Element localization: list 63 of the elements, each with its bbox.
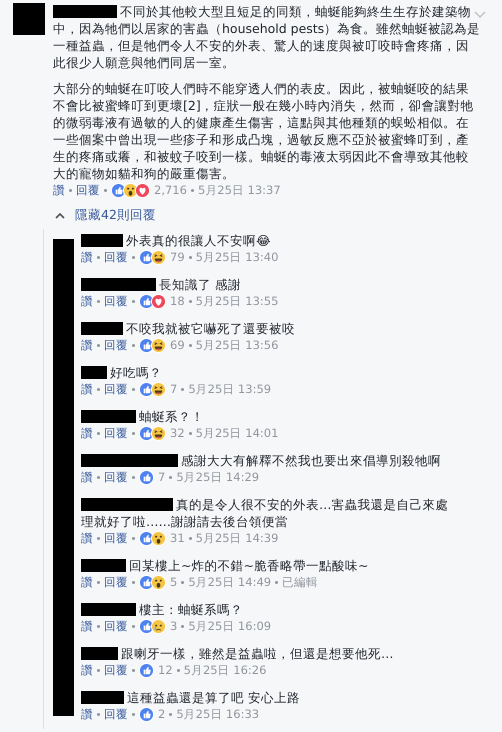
like-link[interactable]: 讚: [81, 469, 93, 486]
reply-text: 外表真的很讓人不安啊😂: [126, 232, 271, 249]
redaction-bar: [81, 366, 107, 379]
like-link[interactable]: 讚: [53, 182, 65, 199]
reply-link[interactable]: 回覆: [104, 425, 128, 442]
surprised-face-icon: [151, 575, 166, 590]
reply-text: 跟喇牙一樣，雖然是益蟲啦，但還是想要他死…: [121, 645, 394, 662]
comment-text: 大部分的蚰蜒在叮咬人們時不能穿透人們的表皮。因此，被蚰蜒咬的結果 不會比被蜜蜂叮到更壞[2]，症狀一般在幾小時內消失，然而，卻會讓對牠 的微弱毒液有過敏的人的健康產生傷害，這點與其他種類的蜈蚣相似。在 一些個案中曾出現一些疹子和形成凸塊，過敏反應不亞於被蜜蜂叮到，產 生的疼痛或癢，和被蚊子咬到一樣。蚰蜒的毒液太弱因此不會導致其他較 大的寵物如貓和狗的嚴重傷害。: [53, 80, 475, 182]
like-link[interactable]: 讚: [81, 425, 93, 442]
heart-reaction-icon: [151, 294, 166, 309]
reply-text: 長知識了 感謝: [159, 276, 241, 293]
avatar-redaction: [13, 3, 45, 35]
like-link[interactable]: 讚: [81, 249, 93, 266]
like-link[interactable]: 讚: [81, 618, 93, 635]
like-link[interactable]: 讚: [81, 530, 93, 547]
like-link[interactable]: 讚: [81, 293, 93, 310]
surprised-face-icon: [151, 531, 166, 546]
hide-replies-link[interactable]: 隱藏42則回覆: [75, 207, 156, 224]
redaction-bar: [81, 647, 118, 660]
redaction-bar: [81, 234, 123, 247]
reply-text: 好吃嗎？: [110, 364, 162, 381]
redaction-bar: [81, 559, 126, 572]
reply-link[interactable]: 回覆: [104, 706, 128, 723]
comment-text: 不同於其他較大型且短足的同類，蚰蜒能夠終生生存於建築物: [120, 3, 471, 20]
reply-link[interactable]: 回覆: [104, 381, 128, 398]
reply-text: 回某樓上~炸的不錯~脆香略帶一點酸味~: [129, 557, 368, 574]
comment-text: 中，因為牠們以居家的害蟲（household pests）為食。雖然蚰蜒被認為是 一種益蟲，但是牠們令人不安的外表、驚人的速度與被叮咬時會疼痛，因 此很少人願意與牠們同居一室。: [53, 20, 482, 71]
like-link[interactable]: 讚: [81, 381, 93, 398]
redaction-bar: [81, 691, 124, 704]
redaction-bar: [81, 410, 136, 423]
laughing-face-icon: [151, 338, 166, 353]
reply-text: 真的是令人很不安的外表…害蟲我還是自己來處: [176, 496, 448, 513]
redaction-bar: [53, 5, 117, 18]
like-link[interactable]: 讚: [81, 337, 93, 354]
sad-face-icon: [151, 619, 166, 634]
chevron-up-icon[interactable]: [55, 212, 65, 219]
reply-link[interactable]: 回覆: [104, 469, 128, 486]
reply-link[interactable]: 回覆: [104, 337, 128, 354]
reply-text: 感謝大大有解釋不然我也要出來倡導別殺牠啊: [181, 452, 441, 469]
reply-text: 樓主：蚰蜒系嗎？: [139, 601, 243, 618]
reply-link[interactable]: 回覆: [104, 662, 128, 679]
reply-text: 這種益蟲還是算了吧 安心上路: [127, 689, 300, 706]
like-reaction-icon: [139, 707, 154, 722]
redaction-bar: [81, 322, 123, 335]
laughing-face-icon: [151, 382, 166, 397]
reply-link[interactable]: 回覆: [104, 618, 128, 635]
heart-reaction-icon: [135, 183, 150, 198]
reply-link[interactable]: 回覆: [104, 530, 128, 547]
laughing-face-icon: [151, 426, 166, 441]
reply-link[interactable]: 回覆: [76, 182, 100, 199]
redaction-bar: [81, 603, 136, 616]
laughing-face-icon: [151, 250, 166, 265]
reply-link[interactable]: 回覆: [104, 293, 128, 310]
reply-link[interactable]: 回覆: [104, 574, 128, 591]
reply-text: 蚰蜒系？！: [139, 408, 204, 425]
reply-text: 理就好了啦……謝謝請去後台領便當: [81, 513, 289, 530]
reply-link[interactable]: 回覆: [104, 249, 128, 266]
reply-text: 不咬我就被它嚇死了還要被咬: [126, 320, 295, 337]
like-reaction-icon: [139, 663, 154, 678]
like-link[interactable]: 讚: [81, 706, 93, 723]
like-link[interactable]: 讚: [81, 662, 93, 679]
like-link[interactable]: 讚: [81, 574, 93, 591]
like-reaction-icon: [139, 470, 154, 485]
